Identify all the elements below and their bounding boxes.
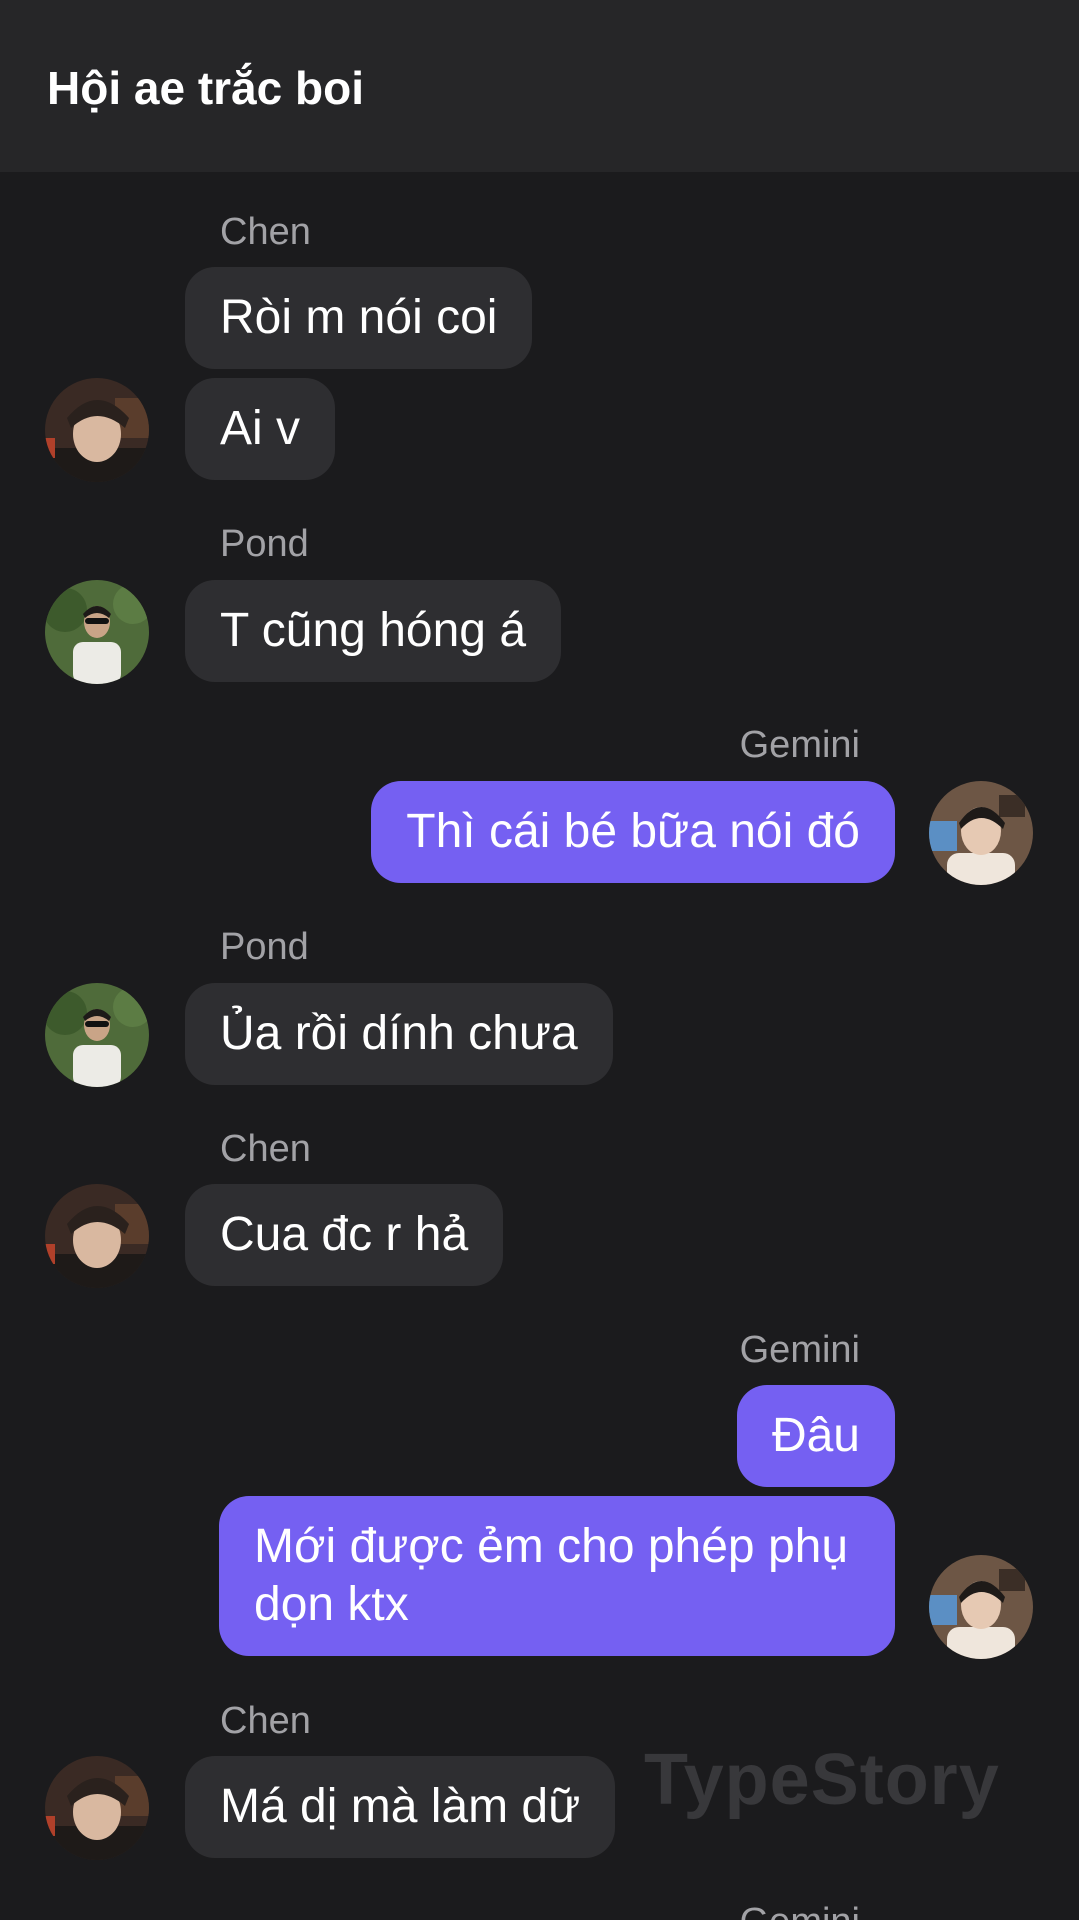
avatar-chen[interactable] (45, 378, 149, 482)
sender-name-chen: Chen (220, 1700, 311, 1742)
sender-name-chen: Chen (220, 1128, 311, 1170)
avatar-pond[interactable] (45, 580, 149, 684)
sender-name-pond: Pond (220, 926, 309, 968)
message-bubble[interactable]: Cua đc r hả (185, 1184, 504, 1286)
avatar-chen[interactable] (45, 1756, 149, 1860)
sender-name-chen: Chen (220, 211, 311, 253)
message-bubble[interactable]: Ròi m nói coi (185, 267, 533, 369)
message-feed[interactable]: Chen Ròi m nói coi Ai v Pond T cũng hóng… (0, 172, 1079, 1920)
sender-name-pond: Pond (220, 523, 309, 565)
sender-name-gemini: Gemini (739, 1329, 860, 1371)
sender-name-gemini: Gemini (739, 724, 860, 766)
message-bubble[interactable]: Mới được ẻm cho phép phụ dọn ktx (219, 1496, 895, 1656)
sender-name-gemini: Gemini (740, 1900, 860, 1920)
chat-header: Hội ae trắc boi (0, 0, 1079, 172)
message-bubble[interactable]: Má dị mà làm dữ (185, 1756, 616, 1858)
message-bubble[interactable]: Thì cái bé bữa nói đó (371, 781, 895, 883)
watermark: TypeStory (644, 1740, 1000, 1820)
avatar-pond[interactable] (45, 983, 149, 1087)
chat-title: Hội ae trắc boi (47, 62, 364, 114)
message-bubble[interactable]: Ai v (185, 378, 336, 480)
message-bubble[interactable]: Ủa rồi dính chưa (185, 983, 613, 1085)
message-bubble[interactable]: T cũng hóng á (185, 580, 562, 682)
avatar-gemini[interactable] (929, 1555, 1033, 1659)
message-bubble[interactable]: Đâu (736, 1385, 895, 1487)
avatar-gemini[interactable] (929, 781, 1033, 885)
avatar-chen[interactable] (45, 1184, 149, 1288)
